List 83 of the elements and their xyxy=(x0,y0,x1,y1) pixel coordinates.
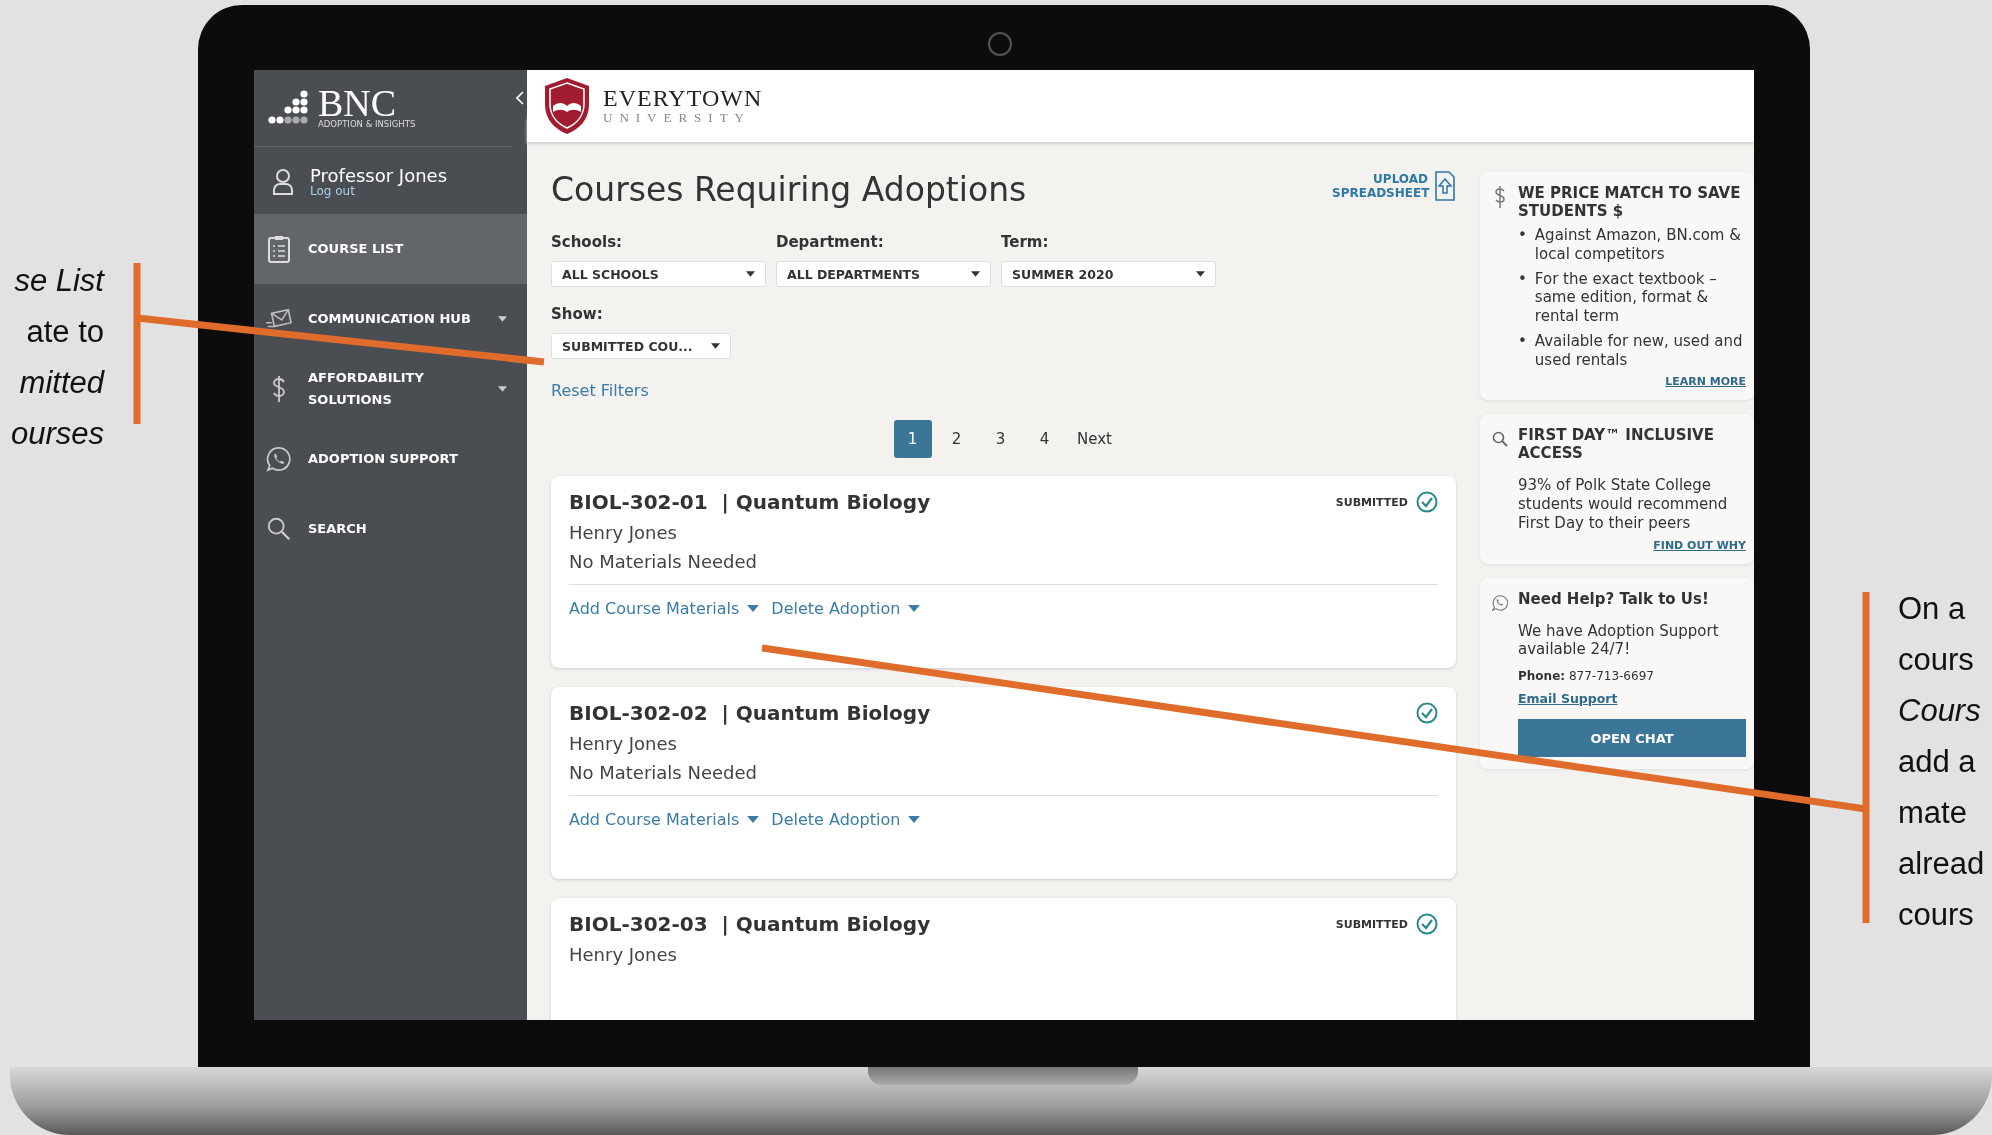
nav-item[interactable]: AFFORDABILITY SOLUTIONS xyxy=(254,354,527,424)
filter-dropdown[interactable]: ALL DEPARTMENTS xyxy=(776,261,991,287)
caret-icon xyxy=(747,816,760,823)
next-page-link[interactable]: Next xyxy=(1075,420,1114,458)
course-title: BIOL-302-01 | Quantum Biology xyxy=(569,490,931,514)
page-link[interactable]: 3 xyxy=(981,420,1020,458)
bullet-marker: • xyxy=(1518,331,1527,352)
caret-icon xyxy=(1196,271,1205,277)
reset-filters-link[interactable]: Reset Filters xyxy=(551,381,649,400)
course-title: BIOL-302-03 | Quantum Biology xyxy=(569,912,931,936)
university-subtitle: UNIVERSITY xyxy=(603,110,752,126)
body-text: 93% of Polk State College students would recommend First Day to their peers xyxy=(1518,476,1729,533)
slide-note-text: ourses xyxy=(9,415,104,453)
caret-icon xyxy=(908,816,921,823)
user-name: Professor Jones xyxy=(310,165,448,186)
caret-icon xyxy=(908,605,921,612)
person-icon xyxy=(272,167,294,196)
instructor-name: Henry Jones xyxy=(569,522,678,543)
action-dropdown[interactable]: Delete Adoption xyxy=(771,599,921,618)
course-title: BIOL-302-02 | Quantum Biology xyxy=(569,701,931,725)
page-link[interactable]: 4 xyxy=(1025,420,1064,458)
upload-file-icon xyxy=(1434,170,1456,202)
materials-text: No Materials Needed xyxy=(569,762,758,783)
caret-icon xyxy=(747,605,760,612)
nav-item[interactable]: ADOPTION SUPPORT xyxy=(254,424,527,494)
materials-text: No Materials Needed xyxy=(569,551,758,572)
bullet-marker: • xyxy=(1518,269,1527,290)
filter-dropdown[interactable]: ALL SCHOOLS xyxy=(551,261,766,287)
card-title: FIRST DAY™ INCLUSIVE ACCESS xyxy=(1518,426,1715,463)
slide-note-text: se List xyxy=(13,262,104,300)
caret-icon xyxy=(746,271,755,277)
phone-text: Phone: 877-713-6697 xyxy=(1518,669,1655,683)
bullet-marker: • xyxy=(1518,226,1527,246)
status-label: SUBMITTED xyxy=(1335,917,1408,931)
action-dropdown[interactable]: Delete Adoption xyxy=(771,810,921,829)
slide-note-text: Cours xyxy=(1898,692,1982,730)
nav-item[interactable]: COMMUNICATION HUB xyxy=(254,284,527,354)
card-title: Need Help? Talk to Us! xyxy=(1518,589,1710,608)
dollar-icon xyxy=(1492,186,1508,208)
slide-note-text: cours xyxy=(1898,641,1975,679)
instructor-name: Henry Jones xyxy=(569,733,678,754)
slide-note-text: add a xyxy=(1898,743,1977,781)
action-dropdown[interactable]: Add Course Materials xyxy=(569,810,760,829)
card-link[interactable]: LEARN MORE xyxy=(1518,375,1746,389)
caret-icon xyxy=(971,271,980,277)
filter-label: Show: xyxy=(551,305,604,323)
brand-tagline: ADOPTION & INSIGHTS xyxy=(318,119,416,129)
bullet-text: Against Amazon, BN.com & local competitors xyxy=(1534,226,1742,264)
bullet-text: Available for new, used and used rentals xyxy=(1534,331,1744,370)
page-link[interactable]: 2 xyxy=(937,420,976,458)
chevron-left-icon xyxy=(516,90,524,105)
camera-icon xyxy=(988,32,1012,56)
page-title: Courses Requiring Adoptions xyxy=(551,170,1027,209)
email-link[interactable]: Email Support xyxy=(1518,691,1618,706)
show-dropdown[interactable]: SUBMITTED COU... xyxy=(551,333,731,359)
nav-item[interactable]: SEARCH xyxy=(254,494,527,564)
filter-label: Term: xyxy=(1001,233,1050,251)
card-link[interactable]: FIND OUT WHY xyxy=(1518,538,1746,552)
caret-icon xyxy=(711,343,720,349)
slide-note-text: On a xyxy=(1898,590,1967,628)
action-dropdown[interactable]: Add Course Materials xyxy=(569,599,760,618)
open-chat-button[interactable]: OPEN CHAT xyxy=(1518,719,1746,757)
bullet-text: For the exact textbook – same edition, format & rental term xyxy=(1534,269,1718,326)
clipboard-icon xyxy=(266,235,292,263)
slide-note-text: ate to xyxy=(25,313,104,351)
page-link[interactable]: 1 xyxy=(893,420,932,458)
phone-bubble-icon xyxy=(266,445,292,473)
filter-dropdown[interactable]: SUMMER 2020 xyxy=(1001,261,1216,287)
university-name: EVERYTOWN xyxy=(603,86,763,110)
instructor-name: Henry Jones xyxy=(569,944,678,965)
slide-note-text: cours xyxy=(1898,896,1975,934)
slide-note-text: mitted xyxy=(18,364,104,402)
slide-note-text: mate xyxy=(1898,794,1968,832)
body-text: We have Adoption Support available 24/7! xyxy=(1518,621,1720,659)
search-icon xyxy=(266,515,292,543)
upload-spreadsheet-link[interactable]: UPLOAD SPREADSHEET xyxy=(1332,170,1456,202)
nav-item[interactable]: COURSE LIST xyxy=(254,214,527,284)
filter-label: Department: xyxy=(776,233,885,251)
slide-note-text: alread xyxy=(1898,845,1985,883)
card-title: WE PRICE MATCH TO SAVE STUDENTS $ xyxy=(1518,184,1742,220)
filter-label: Schools: xyxy=(551,233,624,251)
status-label: SUBMITTED xyxy=(1335,495,1408,509)
brand-name: BNC xyxy=(318,87,397,119)
